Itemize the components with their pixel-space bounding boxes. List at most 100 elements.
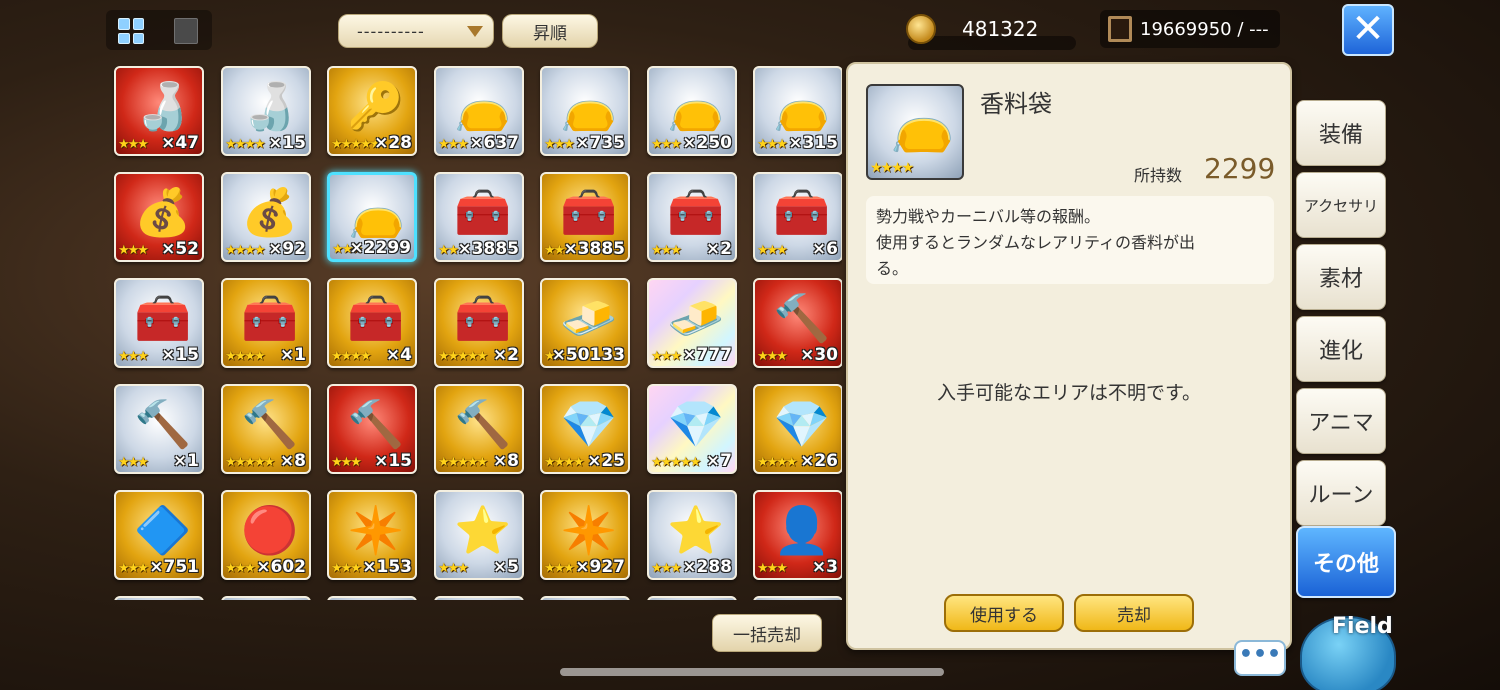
item-cell[interactable] (221, 596, 311, 600)
item-cell[interactable]: 🧰 ★★★★ ×4 (327, 278, 417, 368)
item-cell[interactable]: 💰 ★★★★ ×92 (221, 172, 311, 262)
item-icon: 🧰 (347, 291, 405, 345)
close-icon: ✕ (1351, 6, 1385, 52)
tab-rune[interactable]: ルーン (1296, 460, 1386, 526)
rarity-stars: ★★★★ (757, 455, 798, 470)
grid-view-icon[interactable] (116, 16, 146, 46)
item-cell[interactable] (647, 596, 737, 600)
item-cell[interactable]: 🧰 ★★★ ×15 (114, 278, 204, 368)
item-cell[interactable] (434, 596, 524, 600)
item-cell[interactable]: ✴️ ★★★ ×927 (540, 490, 630, 580)
item-cell[interactable]: 🔴 ★★★ ×602 (221, 490, 311, 580)
item-cell[interactable]: 👝 ★★★ ×250 (647, 66, 737, 156)
item-cell[interactable]: 🧰 ★★★★ ×1 (221, 278, 311, 368)
item-icon: 🧰 (560, 185, 618, 239)
close-button[interactable]: ✕ (1342, 4, 1394, 56)
chevron-down-icon (467, 26, 483, 37)
item-cell[interactable]: 👝 ★★★ ×735 (540, 66, 630, 156)
tab-evolution[interactable]: 進化 (1296, 316, 1386, 382)
item-cell[interactable]: 👝 ★★★ ×637 (434, 66, 524, 156)
item-quantity: ×2299 (349, 238, 411, 258)
item-quantity: ×30 (800, 345, 838, 365)
item-icon: ✴️ (347, 503, 405, 557)
item-cell[interactable]: 🍶 ★★★ ×47 (114, 66, 204, 156)
item-cell[interactable]: 🔨 ★★★ ×15 (327, 384, 417, 474)
item-cell[interactable]: 🧰 ★★ ×3885 (434, 172, 524, 262)
item-icon: 🧰 (241, 291, 299, 345)
filter-dropdown-value: ---------- (357, 21, 425, 41)
item-cell[interactable]: ✴️ ★★★ ×153 (327, 490, 417, 580)
rarity-stars: ★★★★ (544, 455, 585, 470)
rarity-stars: ★★★★★ (438, 455, 488, 470)
item-cell[interactable]: 🔨 ★★★★★ ×8 (221, 384, 311, 474)
tab-equipment[interactable]: 装備 (1296, 100, 1386, 166)
item-quantity: ×2 (492, 345, 519, 365)
item-cell[interactable]: ⭐ ★★★ ×5 (434, 490, 524, 580)
item-icon: 🔨 (134, 397, 192, 451)
scrollbar[interactable] (560, 668, 944, 676)
item-cell[interactable]: 🧈 ★★★ ×777 (647, 278, 737, 368)
item-cell[interactable] (327, 596, 417, 600)
sort-order-button[interactable]: 昇順 (502, 14, 598, 48)
item-cell[interactable]: 🔨 ★★★★★ ×8 (434, 384, 524, 474)
item-icon: 👝 (348, 186, 406, 240)
sell-button[interactable]: 売却 (1074, 594, 1194, 632)
item-quantity: ×637 (469, 133, 519, 153)
rarity-stars: ★★★★★ (651, 455, 701, 470)
item-cell[interactable]: 💎 ★★★★★ ×7 (647, 384, 737, 474)
item-quantity: ×288 (682, 557, 732, 577)
item-cell[interactable]: 🧰 ★★★ ×6 (753, 172, 842, 262)
tab-other[interactable]: その他 (1296, 526, 1396, 598)
item-cell[interactable]: 👝 ★★★ ×2299 (327, 172, 417, 262)
pouch-icon: 👝 (890, 95, 955, 155)
item-icon: 🔴 (241, 503, 299, 557)
rarity-stars: ★★★★ (225, 137, 266, 152)
item-quantity: ×8 (279, 451, 306, 471)
rarity-stars: ★★★ (225, 561, 256, 576)
item-quantity: ×777 (682, 345, 732, 365)
item-quantity: ×1 (172, 451, 199, 471)
item-cell[interactable]: 🔷 ★★★ ×751 (114, 490, 204, 580)
item-cell[interactable]: 💰 ★★★ ×52 (114, 172, 204, 262)
item-cell[interactable]: 💎 ★★★★ ×26 (753, 384, 842, 474)
item-cell[interactable] (114, 596, 204, 600)
item-cell[interactable] (753, 596, 842, 600)
item-cell[interactable]: 🔨 ★★★ ×30 (753, 278, 842, 368)
tab-accessory[interactable]: アクセサリ (1296, 172, 1386, 238)
item-description: 勢力戦やカーニバル等の報酬。 使用するとランダムなレアリティの香料が出 る。 (866, 196, 1274, 284)
rarity-stars: ★★★ (118, 349, 149, 364)
item-icon: 🔨 (454, 397, 512, 451)
item-cell[interactable]: 🧰 ★★ ×3885 (540, 172, 630, 262)
item-cell[interactable]: 🔑 ★★★★★ ×28 (327, 66, 417, 156)
owned-count-value: 2299 (1204, 152, 1276, 185)
chat-button[interactable]: ••• (1234, 640, 1286, 676)
tab-material[interactable]: 素材 (1296, 244, 1386, 310)
use-button[interactable]: 使用する (944, 594, 1064, 632)
item-icon: 🍶 (134, 79, 192, 133)
item-cell[interactable]: 🧈 ★★ ×50133 (540, 278, 630, 368)
bulk-sell-button[interactable]: 一括売却 (712, 614, 822, 652)
item-icon: ⭐ (667, 503, 725, 557)
item-quantity: ×153 (362, 557, 412, 577)
item-icon: 👤 (773, 503, 831, 557)
list-view-icon[interactable] (174, 18, 198, 44)
item-cell[interactable]: 👤 ★★★ ×3 (753, 490, 842, 580)
item-cell[interactable]: 🍶 ★★★★ ×15 (221, 66, 311, 156)
item-cell[interactable]: ⭐ ★★★ ×288 (647, 490, 737, 580)
field-button[interactable]: Field (1296, 600, 1400, 690)
item-cell[interactable]: 👝 ★★★ ×315 (753, 66, 842, 156)
item-cell[interactable]: 💎 ★★★★ ×25 (540, 384, 630, 474)
rarity-stars: ★★★★ (225, 243, 266, 258)
item-cell[interactable]: 🧰 ★★★ ×2 (647, 172, 737, 262)
item-cell[interactable]: 🔨 ★★★ ×1 (114, 384, 204, 474)
rarity-stars: ★★★★ (870, 160, 914, 176)
filter-dropdown[interactable]: ---------- (338, 14, 494, 48)
item-cell[interactable]: 🧰 ★★★★★ ×2 (434, 278, 524, 368)
rarity-stars: ★★★ (544, 561, 575, 576)
description-line: 勢力戦やカーニバル等の報酬。 (876, 207, 1101, 226)
item-quantity: ×25 (587, 451, 625, 471)
tab-anima[interactable]: アニマ (1296, 388, 1386, 454)
item-cell[interactable] (540, 596, 630, 600)
rarity-stars: ★★★ (757, 561, 788, 576)
item-quantity: ×927 (575, 557, 625, 577)
